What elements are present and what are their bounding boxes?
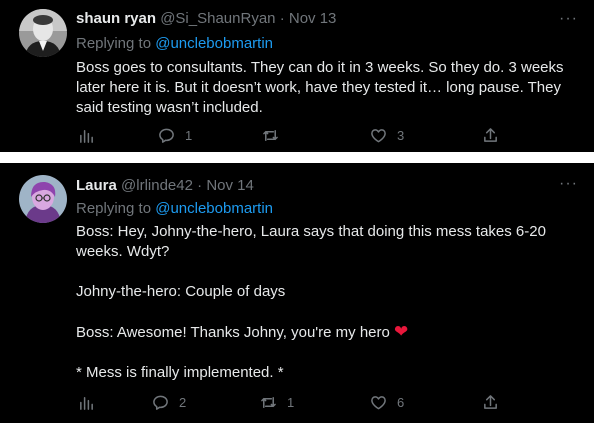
mention-link[interactable]: @unclebobmartin	[155, 35, 273, 52]
like-icon	[371, 396, 386, 410]
retweet-count: 1	[287, 395, 295, 410]
tweet-actions: 2 1 6	[76, 394, 504, 414]
tweet-line: Johny-the-hero: Couple of days	[76, 283, 286, 300]
reply-button[interactable]: 1	[158, 127, 192, 144]
tweet-date[interactable]: Nov 13	[289, 10, 337, 27]
tweet-header: Laura @lrlinde42 · Nov 14	[76, 177, 254, 195]
share-button[interactable]	[482, 127, 499, 144]
tweet-actions: 1 3	[76, 127, 504, 147]
more-options-icon[interactable]: ···	[559, 10, 578, 28]
tweet-line-text: Boss: Awesome! Thanks Johny, you're my h…	[76, 324, 390, 341]
display-name[interactable]: Laura	[76, 177, 117, 194]
like-count: 3	[397, 128, 405, 143]
tweet-text: Boss goes to consultants. They can do it…	[76, 59, 564, 116]
replying-to-label: Replying to	[76, 35, 156, 52]
tweet-divider	[0, 152, 594, 163]
retweet-button[interactable]: 1	[260, 394, 294, 411]
tweet-line: * Mess is finally implemented. *	[76, 364, 284, 381]
like-button[interactable]: 3	[370, 127, 404, 144]
replying-to: Replying to @unclebobmartin	[76, 200, 273, 218]
share-icon	[484, 128, 497, 142]
reply-button[interactable]: 2	[152, 394, 186, 411]
analytics-button[interactable]	[78, 127, 95, 144]
retweet-icon	[263, 130, 278, 141]
reply-icon	[159, 128, 174, 143]
red-heart-emoji: ❤	[394, 322, 409, 341]
replying-to-label: Replying to	[76, 200, 156, 217]
reply-count: 1	[185, 128, 193, 143]
like-button[interactable]: 6	[370, 394, 404, 411]
user-handle[interactable]: @lrlinde42	[121, 177, 193, 194]
retweet-icon	[261, 397, 276, 408]
share-icon	[484, 395, 497, 409]
retweet-button[interactable]	[262, 127, 289, 144]
more-options-icon[interactable]: ···	[559, 175, 578, 193]
analytics-icon	[80, 130, 93, 143]
user-handle[interactable]: @Si_ShaunRyan	[160, 10, 275, 27]
analytics-button[interactable]	[78, 394, 95, 411]
tweet[interactable]: shaun ryan @Si_ShaunRyan · Nov 13 ··· Re…	[0, 0, 594, 152]
tweet-date[interactable]: Nov 14	[206, 177, 254, 194]
reply-count: 2	[179, 395, 187, 410]
replying-to: Replying to @unclebobmartin	[76, 35, 273, 53]
like-icon	[371, 129, 386, 143]
separator: ·	[197, 177, 203, 194]
tweet-line: Boss: Awesome! Thanks Johny, you're my h…	[76, 322, 576, 343]
like-count: 6	[397, 395, 405, 410]
avatar[interactable]	[19, 9, 67, 57]
analytics-icon	[80, 397, 93, 410]
tweet-header: shaun ryan @Si_ShaunRyan · Nov 13	[76, 10, 336, 28]
mention-link[interactable]: @unclebobmartin	[155, 200, 273, 217]
tweet-text: Boss: Hey, Johny-the-hero, Laura says th…	[76, 222, 576, 383]
separator: ·	[279, 10, 285, 27]
reply-icon	[153, 395, 168, 410]
tweet[interactable]: Laura @lrlinde42 · Nov 14 ··· Replying t…	[0, 163, 594, 423]
display-name[interactable]: shaun ryan	[76, 10, 156, 27]
share-button[interactable]	[482, 394, 499, 411]
tweet-line: Boss: Hey, Johny-the-hero, Laura says th…	[76, 223, 546, 260]
avatar[interactable]	[19, 175, 67, 223]
